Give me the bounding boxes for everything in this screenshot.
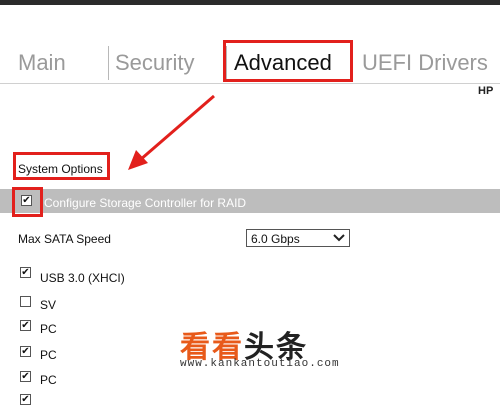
option-label: SV (40, 298, 57, 312)
annotation-box-checkbox (12, 187, 43, 217)
usb3-label: USB 3.0 (XHCI) (40, 271, 125, 285)
sata-speed-value: 6.0 Gbps (251, 232, 300, 246)
raid-label: Configure Storage Controller for RAID (44, 196, 247, 210)
option-label: PC (40, 322, 57, 336)
watermark-url: www.kankantoutiao.com (180, 358, 340, 370)
option-checkbox[interactable]: ✔ (20, 346, 31, 357)
chevron-down-icon (333, 234, 345, 242)
option-label: PC (40, 348, 57, 362)
option-checkbox[interactable]: ✔ (20, 320, 31, 331)
option-checkbox[interactable]: ✔ (20, 371, 31, 382)
sata-speed-select[interactable]: 6.0 Gbps (246, 229, 350, 247)
watermark: 看看头条 www.kankantoutiao.com (180, 322, 380, 372)
option-label: PC (40, 373, 57, 387)
sata-speed-label: Max SATA Speed (18, 232, 111, 246)
annotation-box-section (13, 152, 110, 180)
option-checkbox[interactable] (20, 296, 31, 307)
usb3-checkbox[interactable]: ✔ (20, 267, 31, 278)
